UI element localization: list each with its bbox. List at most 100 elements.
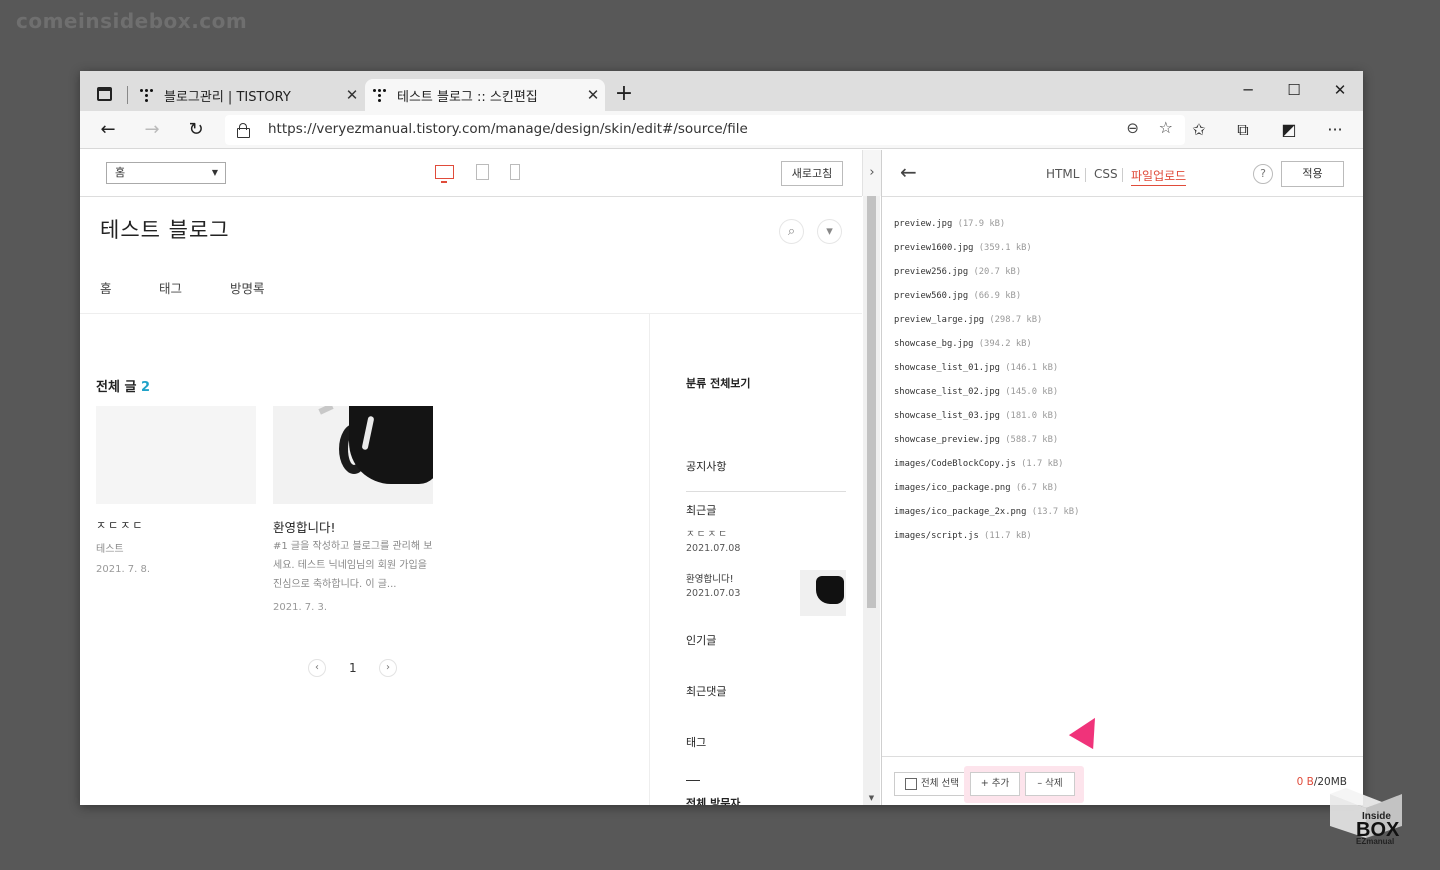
sidebar-visitors: 전체 방문자 <box>686 797 741 805</box>
file-row[interactable]: images/ico_package_2x.png (13.7 kB) <box>894 500 1079 524</box>
sidebar-divider <box>649 314 650 805</box>
file-size: (11.7 kB) <box>984 531 1032 541</box>
menu-guestbook[interactable]: 방명록 <box>230 278 265 297</box>
scroll-down-icon[interactable]: ▼ <box>863 794 880 802</box>
file-name: images/ico_package_2x.png <box>894 507 1027 517</box>
all-posts-heading: 전체 글 2 <box>96 376 150 395</box>
file-row[interactable]: images/CodeBlockCopy.js (1.7 kB) <box>894 452 1079 476</box>
tab-title: 블로그관리 | TISTORY <box>164 89 291 105</box>
file-row[interactable]: showcase_bg.jpg (394.2 kB) <box>894 332 1079 356</box>
add-file-button[interactable]: + 추가 <box>970 772 1020 796</box>
file-row[interactable]: showcase_list_02.jpg (145.0 kB) <box>894 380 1079 404</box>
menu-home[interactable]: 홈 <box>100 278 112 297</box>
sidebar-popular: 인기글 <box>686 634 717 647</box>
file-name: showcase_list_01.jpg <box>894 363 1000 373</box>
tab-title: 테스트 블로그 :: 스킨편집 <box>397 89 538 105</box>
scrollbar-thumb[interactable] <box>867 156 876 608</box>
delete-file-button[interactable]: – 삭제 <box>1025 772 1075 796</box>
blog-title[interactable]: 테스트 블로그 <box>100 214 230 244</box>
file-row[interactable]: images/script.js (11.7 kB) <box>894 524 1079 548</box>
add-favorite-icon[interactable]: ☆ <box>1159 118 1173 137</box>
refresh-icon[interactable]: ↻ <box>182 117 210 143</box>
file-size: (146.1 kB) <box>1005 363 1059 373</box>
tablet-view-icon[interactable] <box>476 164 489 180</box>
refresh-button[interactable]: 새로고침 <box>781 161 843 186</box>
file-list: preview.jpg (17.9 kB) preview1600.jpg (35… <box>894 212 1079 548</box>
page-number[interactable]: 1 <box>349 661 357 675</box>
file-row[interactable]: preview.jpg (17.9 kB) <box>894 212 1079 236</box>
editor-toolbar: ← HTML CSS 파일업로드 ? 적용 <box>882 150 1363 197</box>
file-size: (298.7 kB) <box>989 315 1043 325</box>
file-name: showcase_preview.jpg <box>894 435 1000 445</box>
address-bar[interactable]: https://veryezmanual.tistory.com/manage/… <box>225 115 1185 145</box>
file-row[interactable]: showcase_list_01.jpg (146.1 kB) <box>894 356 1079 380</box>
file-row[interactable]: preview_large.jpg (298.7 kB) <box>894 308 1079 332</box>
file-row[interactable]: showcase_preview.jpg (588.7 kB) <box>894 428 1079 452</box>
pager-prev-icon[interactable]: ‹ <box>308 659 326 677</box>
profile-icon[interactable]: ◩ <box>1276 117 1302 143</box>
file-size: (181.0 kB) <box>1005 411 1059 421</box>
tab-actions-icon <box>96 87 112 101</box>
file-name: showcase_list_02.jpg <box>894 387 1000 397</box>
search-icon[interactable]: ⌕ <box>779 219 804 244</box>
help-icon[interactable]: ? <box>1253 164 1273 184</box>
back-arrow-icon[interactable]: ← <box>94 117 122 143</box>
menu-tag[interactable]: 태그 <box>159 278 182 297</box>
post-title[interactable]: 환영합니다! <box>273 517 336 536</box>
collections-icon[interactable]: ⧉ <box>1230 117 1256 143</box>
panel-collapse-handle[interactable]: › <box>862 150 881 196</box>
new-tab-icon[interactable]: + <box>612 83 636 107</box>
profile-circle-icon[interactable]: ▾ <box>817 219 842 244</box>
forward-arrow-icon[interactable]: → <box>138 117 166 143</box>
file-row[interactable]: preview560.jpg (66.9 kB) <box>894 284 1079 308</box>
editor-footer: 전체 선택 + 추가 – 삭제 0 B/20MB <box>882 756 1363 805</box>
checkbox-icon <box>905 778 917 790</box>
tab-html[interactable]: HTML <box>1046 167 1079 181</box>
favorites-icon[interactable]: ✩ <box>1186 117 1212 143</box>
watermark: comeinsidebox.com <box>16 9 248 33</box>
tab-skin-edit[interactable]: 테스트 블로그 :: 스킨편집 ✕ <box>365 79 605 111</box>
more-menu-icon[interactable]: ··· <box>1322 117 1348 143</box>
preview-scrollbar[interactable]: ▼ <box>863 150 880 805</box>
tab-strip: 블로그관리 | TISTORY ✕ 테스트 블로그 :: 스킨편집 ✕ + ─ … <box>80 71 1363 111</box>
tab-blog-manage[interactable]: 블로그관리 | TISTORY ✕ <box>132 79 364 111</box>
recent-post-title[interactable]: 환영합니다! <box>686 571 734 585</box>
close-window-icon[interactable]: ✕ <box>1317 76 1363 104</box>
zoom-icon[interactable]: ⊖ <box>1126 119 1139 137</box>
file-row[interactable]: preview1600.jpg (359.1 kB) <box>894 236 1079 260</box>
maximize-icon[interactable]: ☐ <box>1271 76 1317 104</box>
page-select[interactable]: 홈 ▼ <box>106 162 226 184</box>
file-name: preview_large.jpg <box>894 315 985 325</box>
select-all-label: 전체 선택 <box>921 778 959 789</box>
recent-post-thumbnail[interactable] <box>800 570 846 616</box>
tab-close-icon[interactable]: ✕ <box>581 86 605 104</box>
desktop-view-icon[interactable] <box>435 165 454 183</box>
tab-file-upload[interactable]: 파일업로드 <box>1131 167 1187 186</box>
file-size: (66.9 kB) <box>973 291 1022 301</box>
pager-next-icon[interactable]: › <box>379 659 397 677</box>
mobile-view-icon[interactable] <box>510 164 520 180</box>
tab-css[interactable]: CSS <box>1094 167 1118 181</box>
file-size: (17.9 kB) <box>957 219 1006 229</box>
post-thumbnail-mug[interactable] <box>273 406 433 504</box>
page-content: 홈 ▼ 새로고침 테스트 블로그 ⌕ ▾ 홈 태그 방명록 전체 글 2 ㅈㄷㅈ… <box>80 150 1363 805</box>
file-row[interactable]: images/ico_package.png (6.7 kB) <box>894 476 1079 500</box>
select-all-checkbox[interactable]: 전체 선택 <box>894 772 966 796</box>
file-row[interactable]: showcase_list_03.jpg (181.0 kB) <box>894 404 1079 428</box>
file-row[interactable]: preview256.jpg (20.7 kB) <box>894 260 1079 284</box>
tistory-favicon-icon <box>140 88 154 102</box>
sidebar-category-all[interactable]: 분류 전체보기 <box>686 375 751 391</box>
post-title[interactable]: ㅈㄷㅈㄷ <box>96 517 144 533</box>
apply-button[interactable]: 적용 <box>1281 161 1344 187</box>
file-name: preview1600.jpg <box>894 243 974 253</box>
preview-toolbar: 홈 ▼ 새로고침 <box>80 150 862 197</box>
tab-close-icon[interactable]: ✕ <box>340 86 364 104</box>
file-size: (394.2 kB) <box>978 339 1032 349</box>
back-arrow-icon[interactable]: ← <box>900 160 917 184</box>
post-date: 2021. 7. 8. <box>96 564 151 575</box>
tab-actions-button[interactable] <box>90 82 118 106</box>
recent-post-title[interactable]: ㅈㄷㅈㄷ <box>686 526 729 540</box>
minimize-icon[interactable]: ─ <box>1225 76 1271 104</box>
post-thumbnail-empty[interactable] <box>96 406 256 504</box>
file-size: (6.7 kB) <box>1015 483 1059 493</box>
